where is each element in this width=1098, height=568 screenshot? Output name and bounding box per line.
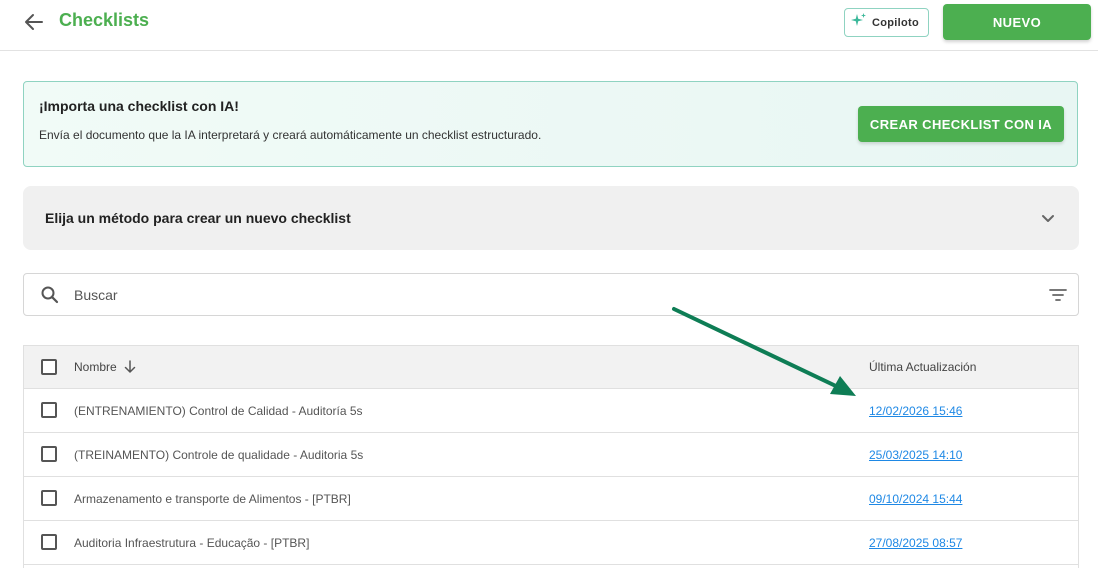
sparkle-icon xyxy=(851,12,867,33)
last-updated-link[interactable]: 27/08/2025 08:57 xyxy=(869,536,962,550)
last-updated-link[interactable]: 12/02/2026 15:46 xyxy=(869,404,962,418)
last-updated-link[interactable]: 09/10/2024 15:44 xyxy=(869,492,962,506)
checklist-name: (TREINAMENTO) Controle de qualidade - Au… xyxy=(74,448,364,462)
arrow-down-icon xyxy=(123,360,137,374)
checklists-table: Nombre Última Actualización (ENTRENAMIEN… xyxy=(23,345,1079,568)
top-bar: Checklists Copiloto NUEVO xyxy=(0,0,1098,51)
row-checkbox[interactable] xyxy=(41,534,57,550)
page-title: Checklists xyxy=(59,10,150,30)
row-checkbox[interactable] xyxy=(41,446,57,462)
table-row[interactable]: (TREINAMENTO) Controle de qualidade - Au… xyxy=(24,433,1078,477)
ai-import-banner: ¡Importa una checklist con IA! Envía el … xyxy=(23,81,1078,167)
back-arrow-icon[interactable] xyxy=(22,10,46,34)
ai-banner-description: Envía el documento que la IA interpretar… xyxy=(39,128,542,142)
table-header: Nombre Última Actualización xyxy=(24,346,1078,389)
checklist-name: Auditoria Infraestrutura - Educação - [P… xyxy=(74,536,310,550)
creation-method-accordion[interactable]: Elija un método para crear un nuevo chec… xyxy=(23,186,1079,250)
table-row[interactable]: (ENTRENAMIENTO) Control de Calidad - Aud… xyxy=(24,389,1078,433)
ai-banner-title: ¡Importa una checklist con IA! xyxy=(39,98,239,114)
creation-method-label: Elija un método para crear un nuevo chec… xyxy=(45,210,351,226)
row-checkbox[interactable] xyxy=(41,402,57,418)
column-header-name[interactable]: Nombre xyxy=(74,360,137,374)
table-row[interactable]: Armazenamento e transporte de Alimentos … xyxy=(24,477,1078,521)
checklist-name: Armazenamento e transporte de Alimentos … xyxy=(74,492,351,506)
search-icon xyxy=(40,285,60,305)
chevron-down-icon xyxy=(1039,209,1057,227)
row-checkbox[interactable] xyxy=(41,490,57,506)
column-header-name-label: Nombre xyxy=(74,360,117,374)
table-row[interactable]: Auditoria Infraestrutura - Educação - [P… xyxy=(24,521,1078,565)
checklist-name: (ENTRENAMIENTO) Control de Calidad - Aud… xyxy=(74,404,363,418)
new-button[interactable]: NUEVO xyxy=(943,4,1091,40)
last-updated-link[interactable]: 25/03/2025 14:10 xyxy=(869,448,962,462)
column-header-updated[interactable]: Última Actualización xyxy=(869,360,976,374)
select-all-checkbox[interactable] xyxy=(41,359,57,375)
copilot-label: Copiloto xyxy=(872,16,919,29)
create-checklist-ai-button[interactable]: CREAR CHECKLIST CON IA xyxy=(858,106,1064,142)
search-bar xyxy=(23,273,1079,316)
copilot-button[interactable]: Copiloto xyxy=(844,8,929,37)
filter-icon[interactable] xyxy=(1048,285,1068,305)
search-input[interactable] xyxy=(74,282,974,308)
